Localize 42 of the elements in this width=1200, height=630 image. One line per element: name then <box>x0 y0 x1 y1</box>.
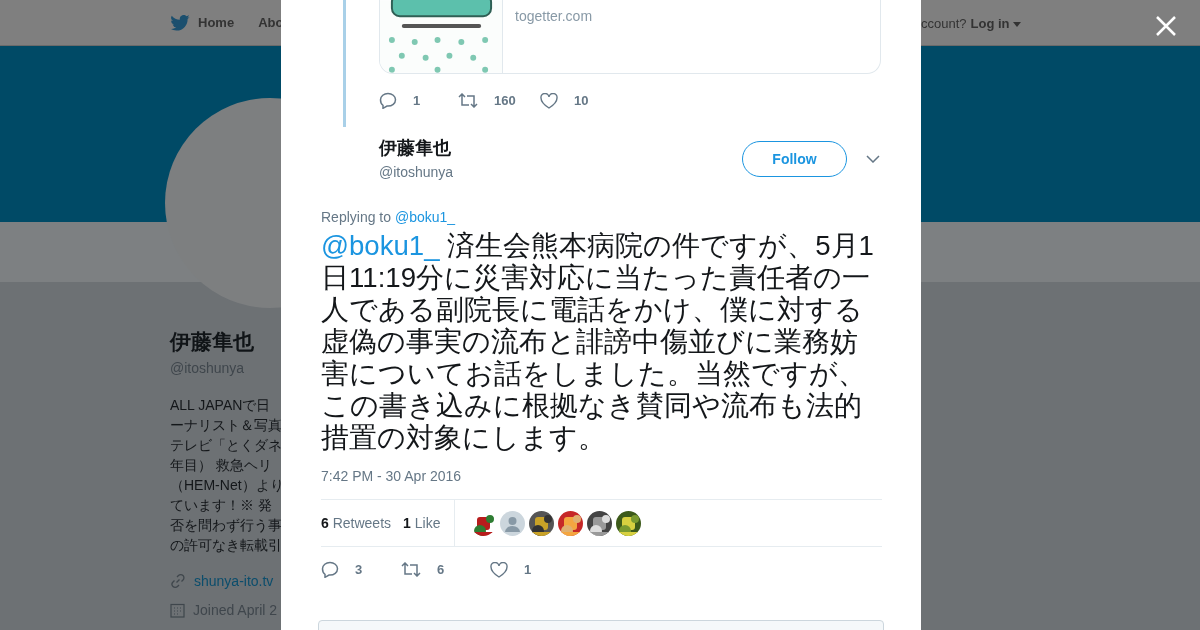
bio-text: の許可なき転載引 <box>170 535 283 555</box>
replying-to: Replying to @boku1_ <box>321 208 457 227</box>
bio-text: ーナリスト＆写真 <box>170 415 283 435</box>
reply-button[interactable]: 1 <box>379 91 458 111</box>
tweet-timestamp: 7:42 PM - 30 Apr 2016 <box>321 467 463 486</box>
reply-button[interactable]: 3 <box>321 560 401 580</box>
heart-icon <box>540 92 558 109</box>
retweet-icon <box>401 562 421 578</box>
stat-link[interactable]: 1 Like <box>403 512 441 534</box>
bio-text: テレビ「とくダネ <box>170 435 283 455</box>
like-button[interactable]: 1 <box>490 560 550 580</box>
profile-name: 伊藤隼也 <box>170 329 255 355</box>
bird-icon <box>170 15 190 31</box>
calendar-icon <box>170 602 185 618</box>
author-name: 伊藤隼也 <box>379 137 452 160</box>
follow-button[interactable]: Follow <box>742 141 847 177</box>
bio-text: ています！※ 発 <box>170 495 273 515</box>
bio-text: 年目） 救急ヘリ <box>170 455 273 475</box>
caret-icon <box>1013 22 1022 28</box>
bio-text: ALL JAPANで日 <box>170 395 272 415</box>
author-handle: @itoshunya <box>379 163 455 182</box>
card-domain: togetter.com <box>514 7 594 26</box>
account-prompt: ccount? <box>921 15 967 33</box>
bio-text: （HEM-Net）より <box>170 475 285 495</box>
link-card[interactable]: togetter.com <box>379 0 881 74</box>
nav-link[interactable]: Home <box>170 13 235 33</box>
retweet-button[interactable]: 160 <box>458 91 540 111</box>
link-icon <box>170 573 186 589</box>
mention-link[interactable]: @boku1_ <box>394 209 456 225</box>
chevron-icon[interactable] <box>866 155 880 163</box>
retweet-icon <box>458 93 478 109</box>
reply-icon <box>379 92 397 110</box>
mention-link[interactable]: @boku1_ <box>321 230 440 261</box>
heart-icon <box>490 561 508 578</box>
reply-icon <box>321 561 339 579</box>
retweet-button[interactable]: 6 <box>401 560 490 580</box>
close-button[interactable] <box>1155 13 1177 37</box>
login-link[interactable]: Log in <box>970 14 1022 34</box>
bio-text: 否を問わず行う事 <box>170 515 283 535</box>
tweet-text: @boku1_ 済生会熊本病院の件ですが、5月1日11:19分に災害対応に当たった責任者の一人である副院長に電話をかけ、僕に対する虚偽の事実の流布と誹謗中傷並びに業務妨害についてお話をしました。当然ですが、この書き込みに根拠なき賛同や流布も法的措置の対象にします。 <box>321 230 875 454</box>
like-button[interactable]: 10 <box>540 91 600 111</box>
stat-link[interactable]: 6 Retweets <box>321 512 392 534</box>
